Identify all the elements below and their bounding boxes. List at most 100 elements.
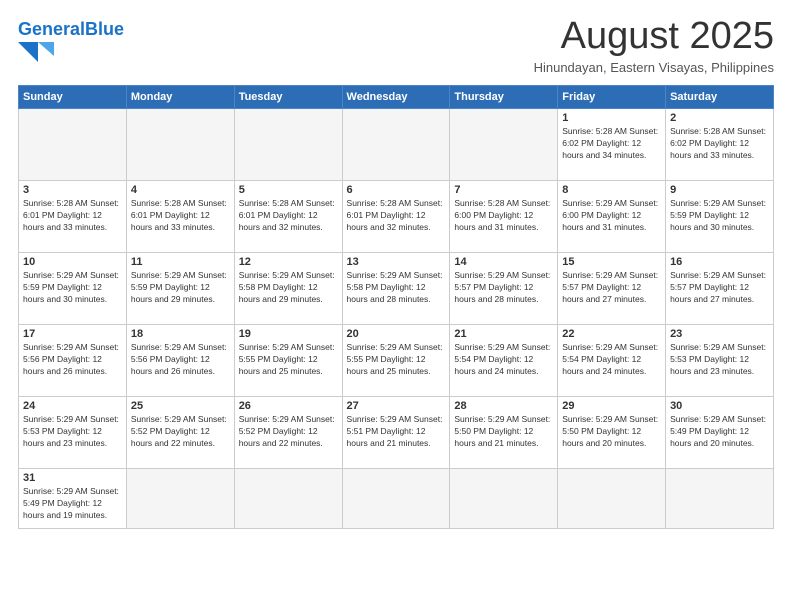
calendar-table: Sunday Monday Tuesday Wednesday Thursday… [18,85,774,529]
calendar-cell: 11 Sunrise: 5:29 AM Sunset: 5:59 PM Dayli… [126,252,234,324]
day-number: 5 [239,184,338,196]
calendar-cell [19,108,127,180]
calendar-cell: 22 Sunrise: 5:29 AM Sunset: 5:54 PM Dayli… [558,324,666,396]
day-info: Sunrise: 5:29 AM Sunset: 5:51 PM Dayligh… [347,414,446,450]
day-info: Sunrise: 5:29 AM Sunset: 5:52 PM Dayligh… [131,414,230,450]
calendar-cell: 16 Sunrise: 5:29 AM Sunset: 5:57 PM Dayli… [666,252,774,324]
calendar-cell [450,108,558,180]
calendar-cell [126,468,234,528]
logo-text: GeneralBlue [18,20,124,40]
calendar-cell: 20Sunrise: 5:29 AM Sunset: 5:55 PM Dayli… [342,324,450,396]
calendar-cell: 4 Sunrise: 5:28 AM Sunset: 6:01 PM Daylig… [126,180,234,252]
day-info: Sunrise: 5:29 AM Sunset: 5:54 PM Dayligh… [454,342,553,378]
calendar-cell: 27Sunrise: 5:29 AM Sunset: 5:51 PM Dayli… [342,396,450,468]
title-area: August 2025 Hinundayan, Eastern Visayas,… [534,16,774,75]
calendar-cell: 30Sunrise: 5:29 AM Sunset: 5:49 PM Dayli… [666,396,774,468]
col-monday: Monday [126,85,234,108]
calendar-cell: 6Sunrise: 5:28 AM Sunset: 6:01 PM Daylig… [342,180,450,252]
calendar-cell: 25 Sunrise: 5:29 AM Sunset: 5:52 PM Dayli… [126,396,234,468]
day-number: 23 [670,328,769,340]
calendar-cell: 8Sunrise: 5:29 AM Sunset: 6:00 PM Daylig… [558,180,666,252]
day-info: Sunrise: 5:29 AM Sunset: 5:59 PM Dayligh… [23,270,122,306]
calendar-cell [450,468,558,528]
day-info: Sunrise: 5:29 AM Sunset: 5:57 PM Dayligh… [454,270,553,306]
day-info: Sunrise: 5:28 AM Sunset: 6:02 PM Dayligh… [562,126,661,162]
day-info: Sunrise: 5:29 AM Sunset: 5:57 PM Dayligh… [562,270,661,306]
day-info: Sunrise: 5:29 AM Sunset: 6:00 PM Dayligh… [562,198,661,234]
calendar-cell [234,468,342,528]
calendar-cell: 17 Sunrise: 5:29 AM Sunset: 5:56 PM Dayli… [19,324,127,396]
day-number: 6 [347,184,446,196]
logo: GeneralBlue [18,16,124,62]
calendar-week-row: 24 Sunrise: 5:29 AM Sunset: 5:53 PM Dayli… [19,396,774,468]
day-number: 31 [23,472,122,484]
day-number: 28 [454,400,553,412]
day-number: 25 [131,400,230,412]
calendar-page: GeneralBlue August 2025 Hinundayan, East… [0,0,792,539]
day-info: Sunrise: 5:29 AM Sunset: 5:56 PM Dayligh… [23,342,122,378]
day-info: Sunrise: 5:29 AM Sunset: 5:55 PM Dayligh… [239,342,338,378]
day-number: 16 [670,256,769,268]
calendar-week-row: 1 Sunrise: 5:28 AM Sunset: 6:02 PM Daylig… [19,108,774,180]
day-number: 24 [23,400,122,412]
calendar-cell [342,468,450,528]
day-number: 20 [347,328,446,340]
calendar-cell: 18Sunrise: 5:29 AM Sunset: 5:56 PM Dayli… [126,324,234,396]
col-saturday: Saturday [666,85,774,108]
day-info: Sunrise: 5:28 AM Sunset: 6:01 PM Dayligh… [23,198,122,234]
day-number: 4 [131,184,230,196]
day-number: 7 [454,184,553,196]
day-number: 2 [670,112,769,124]
day-number: 11 [131,256,230,268]
calendar-cell: 9Sunrise: 5:29 AM Sunset: 5:59 PM Daylig… [666,180,774,252]
calendar-week-row: 10 Sunrise: 5:29 AM Sunset: 5:59 PM Dayli… [19,252,774,324]
calendar-cell [234,108,342,180]
calendar-cell: 15Sunrise: 5:29 AM Sunset: 5:57 PM Dayli… [558,252,666,324]
calendar-cell [342,108,450,180]
col-sunday: Sunday [19,85,127,108]
day-info: Sunrise: 5:28 AM Sunset: 6:01 PM Dayligh… [131,198,230,234]
day-info: Sunrise: 5:28 AM Sunset: 6:00 PM Dayligh… [454,198,553,234]
calendar-cell: 31 Sunrise: 5:29 AM Sunset: 5:49 PM Dayli… [19,468,127,528]
day-info: Sunrise: 5:29 AM Sunset: 5:53 PM Dayligh… [670,342,769,378]
day-info: Sunrise: 5:29 AM Sunset: 5:50 PM Dayligh… [562,414,661,450]
calendar-cell: 5 Sunrise: 5:28 AM Sunset: 6:01 PM Daylig… [234,180,342,252]
calendar-cell: 28 Sunrise: 5:29 AM Sunset: 5:50 PM Dayli… [450,396,558,468]
day-info: Sunrise: 5:29 AM Sunset: 5:59 PM Dayligh… [131,270,230,306]
day-info: Sunrise: 5:29 AM Sunset: 5:57 PM Dayligh… [670,270,769,306]
day-number: 22 [562,328,661,340]
calendar-cell: 21 Sunrise: 5:29 AM Sunset: 5:54 PM Dayli… [450,324,558,396]
calendar-cell: 10 Sunrise: 5:29 AM Sunset: 5:59 PM Dayli… [19,252,127,324]
day-number: 10 [23,256,122,268]
day-info: Sunrise: 5:29 AM Sunset: 5:53 PM Dayligh… [23,414,122,450]
calendar-cell [126,108,234,180]
day-info: Sunrise: 5:29 AM Sunset: 5:59 PM Dayligh… [670,198,769,234]
col-wednesday: Wednesday [342,85,450,108]
logo-blue: Blue [85,19,124,39]
day-number: 29 [562,400,661,412]
day-number: 18 [131,328,230,340]
day-number: 19 [239,328,338,340]
day-number: 3 [23,184,122,196]
calendar-cell: 19 Sunrise: 5:29 AM Sunset: 5:55 PM Dayli… [234,324,342,396]
calendar-cell: 23 Sunrise: 5:29 AM Sunset: 5:53 PM Dayli… [666,324,774,396]
calendar-cell [558,468,666,528]
calendar-week-row: 3 Sunrise: 5:28 AM Sunset: 6:01 PM Daylig… [19,180,774,252]
calendar-cell: 14Sunrise: 5:29 AM Sunset: 5:57 PM Dayli… [450,252,558,324]
day-info: Sunrise: 5:29 AM Sunset: 5:58 PM Dayligh… [347,270,446,306]
day-info: Sunrise: 5:29 AM Sunset: 5:50 PM Dayligh… [454,414,553,450]
calendar-cell: 7 Sunrise: 5:28 AM Sunset: 6:00 PM Daylig… [450,180,558,252]
day-number: 12 [239,256,338,268]
day-number: 13 [347,256,446,268]
day-info: Sunrise: 5:29 AM Sunset: 5:49 PM Dayligh… [23,486,122,522]
day-info: Sunrise: 5:28 AM Sunset: 6:01 PM Dayligh… [239,198,338,234]
day-number: 1 [562,112,661,124]
day-number: 30 [670,400,769,412]
calendar-cell: 24 Sunrise: 5:29 AM Sunset: 5:53 PM Dayli… [19,396,127,468]
col-thursday: Thursday [450,85,558,108]
day-number: 17 [23,328,122,340]
day-number: 21 [454,328,553,340]
day-number: 26 [239,400,338,412]
logo-icon [18,42,54,62]
day-info: Sunrise: 5:29 AM Sunset: 5:54 PM Dayligh… [562,342,661,378]
